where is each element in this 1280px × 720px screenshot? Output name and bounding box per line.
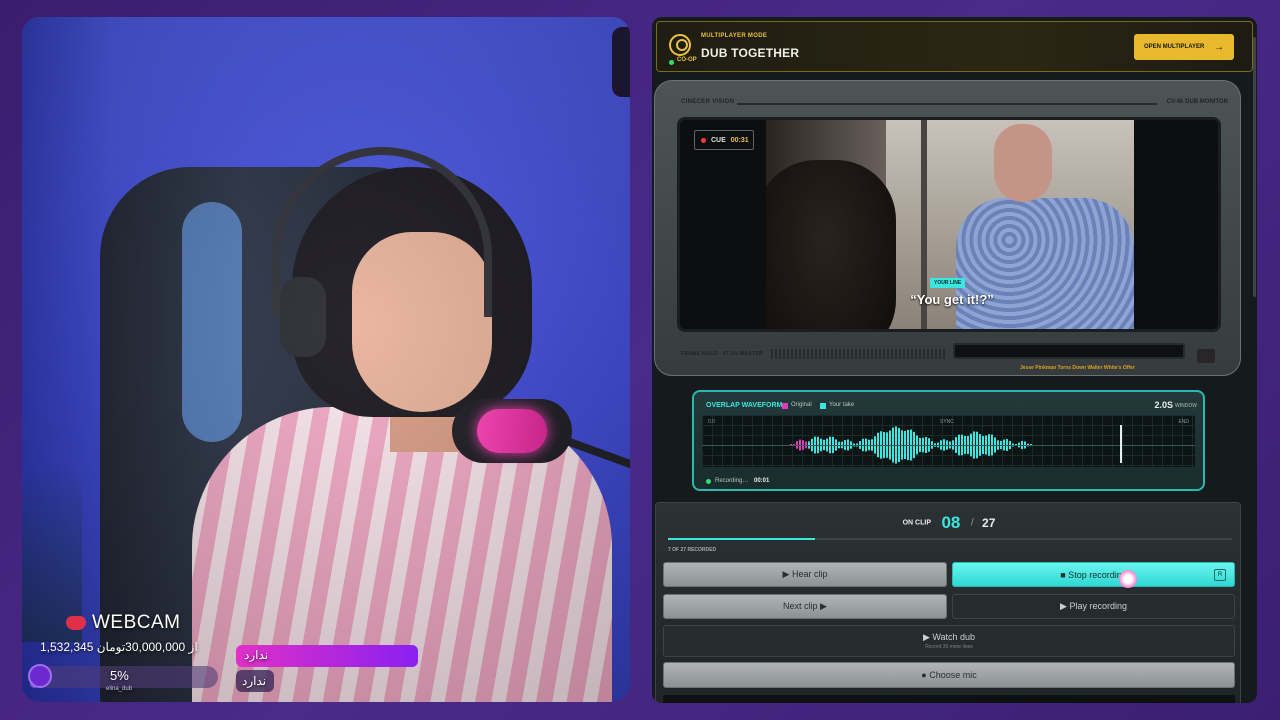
recorded-progress-track	[668, 538, 1232, 540]
open-multiplayer-button[interactable]: OPEN MULTIPLAYER →	[1134, 34, 1234, 60]
choose-mic-button[interactable]: ● Choose mic	[663, 662, 1235, 688]
stop-recording-label: ■ Stop recording	[1060, 569, 1127, 580]
waveform-playhead[interactable]	[1120, 425, 1122, 463]
donation-percent: 5%	[110, 668, 129, 683]
waveform-sync-label: SYNC	[940, 419, 954, 425]
legend-take-swatch	[820, 403, 826, 409]
webcam-label: WEBCAM	[66, 612, 181, 634]
monitor-tick-strip	[771, 349, 946, 359]
scrollbar[interactable]	[1253, 37, 1256, 297]
donation-user: elina_dub	[106, 686, 133, 692]
open-multiplayer-label: OPEN MULTIPLAYER	[1144, 44, 1205, 50]
hotkey-r: R	[1214, 569, 1226, 581]
legend-take: Your take	[829, 402, 855, 408]
window-value: 2.0S	[1154, 400, 1173, 410]
cue-time: 00:31	[730, 136, 749, 144]
monitor-slot	[953, 343, 1185, 359]
clip-thumbnail[interactable]	[1197, 349, 1215, 363]
legend-original: Original	[791, 402, 812, 408]
clip-control-panel: ON CLIP 08 / 27 7 OF 27 RECORDED ▶ Hear …	[655, 502, 1241, 703]
mode-title: DUB TOGETHER	[701, 46, 800, 60]
waveform-title: OVERLAP WAVEFORM	[706, 402, 783, 409]
monitor-model: CV-4k DUB MONITOR	[1166, 99, 1228, 105]
waveform-start-label: 0.0	[708, 419, 715, 425]
dub-monitor: CINECER VISION CV-4k DUB MONITOR CUE 00:…	[654, 80, 1241, 376]
recording-time: 00:01	[754, 478, 770, 484]
overlap-waveform-panel: OVERLAP WAVEFORM Original Your take 2.0S…	[692, 390, 1205, 491]
recording-label: Recording…	[715, 478, 749, 484]
users-icon	[669, 34, 691, 56]
arrow-right-icon: →	[1214, 41, 1224, 53]
current-clip-number: 08	[941, 513, 961, 532]
dub-app: CO-OP MULTIPLAYER MODE DUB TOGETHER OPEN…	[652, 17, 1257, 703]
cue-label: CUE	[711, 136, 726, 144]
waveform-canvas[interactable]: 0.0 SYNC END	[702, 415, 1195, 467]
next-clip-button[interactable]: Next clip ▶	[663, 594, 947, 619]
watch-dub-label: ▶ Watch dub	[922, 632, 976, 642]
choose-mic-label: ● Choose mic	[921, 670, 977, 680]
hear-clip-label: ▶ Hear clip	[782, 569, 828, 579]
recorded-count: 7 OF 27 RECORDED	[668, 547, 717, 553]
cue-badge: CUE 00:31	[694, 130, 754, 150]
your-line-badge: YOUR LINE	[930, 278, 966, 288]
donation-badge-icon	[28, 664, 52, 688]
cursor-avatar-icon	[1119, 570, 1137, 588]
hear-clip-button[interactable]: ▶ Hear clip	[663, 562, 947, 587]
donation-goal-text: 1,532,345 از 30,000,000تومان	[40, 640, 198, 654]
record-dot-icon	[701, 137, 706, 143]
mode-label: MULTIPLAYER MODE	[701, 33, 768, 39]
scene-patient-gown	[956, 198, 1134, 329]
alert-secondary-text: ندارد	[242, 674, 267, 688]
stop-recording-button[interactable]: ■ Stop recording R	[952, 562, 1235, 587]
play-recording-button[interactable]: ▶ Play recording	[952, 594, 1235, 619]
scene-patient-head	[994, 124, 1052, 202]
clip-counter: ON CLIP 08 / 27	[656, 513, 1242, 533]
monitor-brand: CINECER VISION	[681, 99, 735, 105]
watch-dub-button[interactable]: ▶ Watch dub Record 20 more lines	[663, 625, 1235, 657]
play-recording-label: ▶ Play recording	[1060, 601, 1127, 611]
clip-separator: /	[970, 517, 974, 529]
next-clip-label: Next clip ▶	[783, 601, 827, 611]
video-screen[interactable]: CUE 00:31 YOUR LINE “You get it!?”	[677, 117, 1221, 332]
monitor-status: FRAME HOLD · 97.3% MASTER	[681, 351, 763, 357]
webcam-feed	[22, 17, 630, 702]
multiplayer-header: CO-OP MULTIPLAYER MODE DUB TOGETHER OPEN…	[656, 21, 1253, 72]
on-clip-label: ON CLIP	[902, 519, 931, 527]
webcam-corner	[612, 27, 630, 97]
watch-dub-subtext: Record 20 more lines	[925, 644, 973, 650]
webcam-title: WEBCAM	[92, 612, 181, 633]
lips-icon	[66, 616, 86, 630]
panel-footer	[663, 695, 1235, 703]
webcam-shading	[22, 17, 630, 702]
subtitle-line: “You get it!?”	[910, 292, 994, 307]
clip-credit: Jesse Pinkman Turns Down Walter White's …	[1020, 365, 1135, 371]
legend-original-swatch	[782, 403, 788, 409]
coop-label: CO-OP	[677, 57, 697, 63]
waveform-end-label: END	[1178, 419, 1189, 425]
total-clips: 27	[982, 516, 996, 530]
monitor-divider	[737, 103, 1157, 105]
recorded-progress-fill	[668, 538, 815, 540]
recording-dot-icon	[706, 479, 711, 484]
alert-primary-text: ندارد	[244, 648, 269, 662]
window-label: WINDOW	[1175, 403, 1197, 409]
online-dot-icon	[669, 60, 674, 65]
